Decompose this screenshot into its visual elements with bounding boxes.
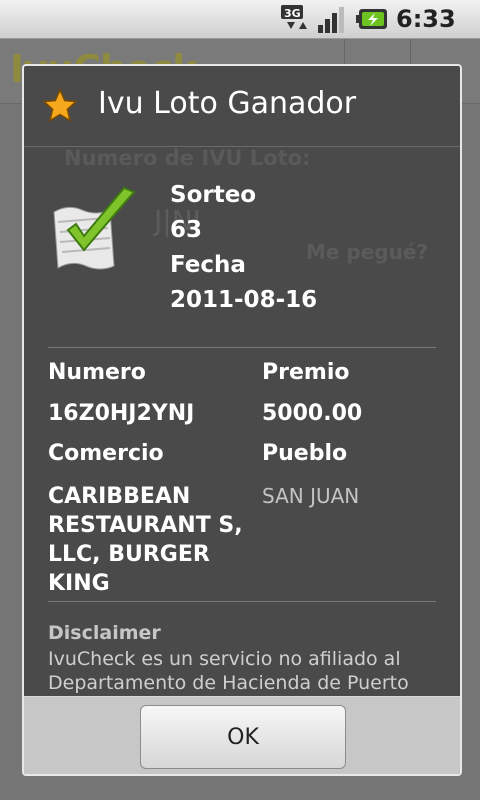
premio-value: 5000.00 [262,401,363,426]
winning-ticket-icon [53,186,136,270]
divider [48,347,436,348]
draw-info: Sorteo 63 Fecha 2011-08-16 [170,178,317,318]
disclaimer-text: IvuCheck es un servicio no afiliado al D… [48,648,409,694]
pueblo-value: SAN JUAN [262,484,360,508]
svg-text:3G: 3G [284,7,301,20]
fecha-label: Fecha [170,252,246,278]
star-icon [42,88,78,123]
battery-charging-icon [356,9,387,29]
sorteo-value: 63 [170,217,203,243]
sorteo-label: Sorteo [170,182,257,208]
winner-dialog: Ivu Loto Ganador Numero de IVU Loto: J|N… [22,64,462,776]
background-label-numero: Numero de IVU Loto: [64,146,311,170]
network-3g-icon: 3G [281,5,307,29]
disclaimer-title: Disclaimer [48,622,161,644]
dialog-title: Ivu Loto Ganador [98,86,357,121]
comercio-label: Comercio [48,441,164,466]
pueblo-label: Pueblo [262,441,348,466]
dialog-button-bar: OK [24,696,460,774]
status-bar: 3G 6:33 PM [0,0,480,59]
background-me-pegue-button: Me pegué? [306,240,429,264]
fecha-value: 2011-08-16 [170,287,318,313]
dialog-titlebar: Ivu Loto Ganador [24,66,460,147]
divider [48,601,436,602]
numero-value: 16Z0HJ2YNJ [48,401,195,426]
premio-label: Premio [262,360,350,385]
comercio-value: CARIBBEAN RESTAURANT S, LLC, BURGER KING [48,484,243,596]
signal-strength-icon [318,7,344,33]
ok-button[interactable]: OK [140,705,346,769]
numero-label: Numero [48,360,146,385]
